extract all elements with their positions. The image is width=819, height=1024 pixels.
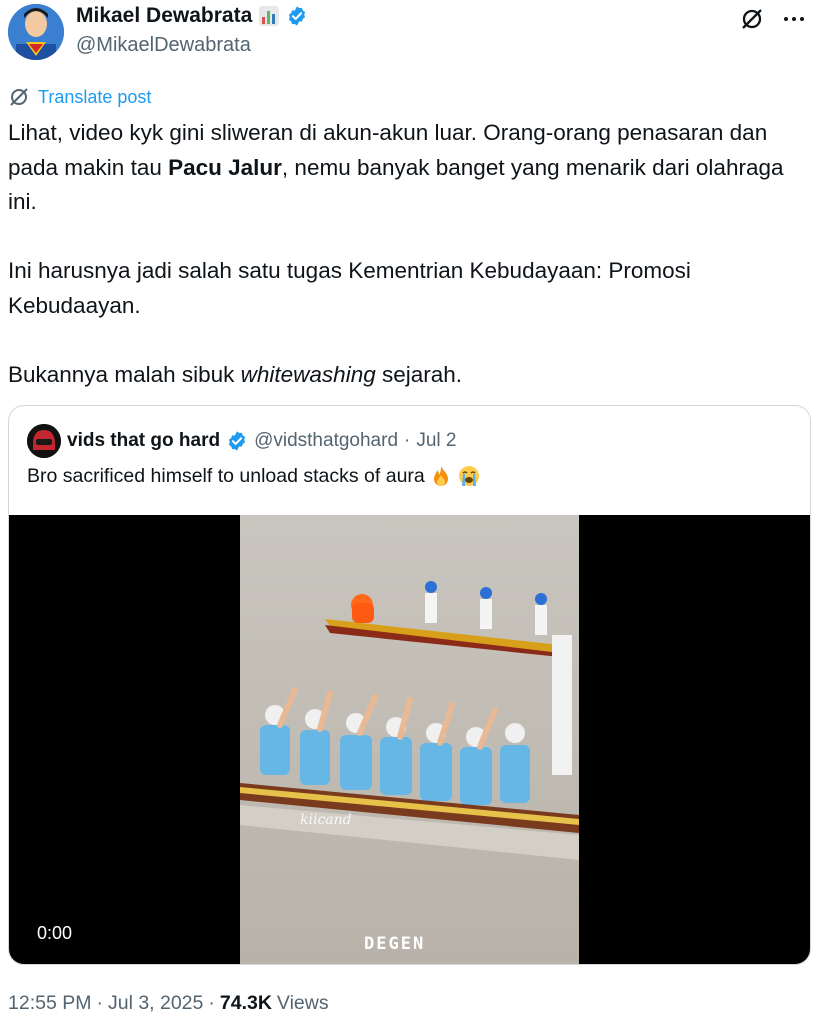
more-options-icon[interactable] — [781, 6, 807, 32]
post-time[interactable]: 12:55 PM — [8, 992, 91, 1015]
post-text: sejarah. — [375, 361, 463, 387]
bar-chart-emoji-icon — [259, 6, 280, 26]
boat-race-video-image — [240, 515, 579, 964]
separator-dot: · — [96, 992, 103, 1014]
quoted-post-text: Bro sacrificed himself to unload stacks … — [27, 464, 425, 487]
post-paragraph-2: Ini harusnya jadi salah satu tugas Kemen… — [8, 258, 691, 318]
post: Mikael Dewabrata @MikaelDewabrata Transl… — [0, 0, 819, 1024]
author-name-row: Mikael Dewabrata — [76, 4, 308, 28]
quoted-author-avatar[interactable] — [27, 424, 61, 458]
translate-post-link[interactable]: Translate post — [8, 86, 151, 108]
quoted-post-card[interactable]: vids that go hard @vidsthatgohard · Jul … — [8, 405, 811, 965]
quoted-author-name[interactable]: vids that go hard — [67, 430, 220, 452]
separator-dot: · — [404, 430, 411, 451]
verified-badge-icon — [229, 431, 246, 451]
post-footer: 12:55 PM · Jul 3, 2025 · 74.3K Views — [8, 992, 329, 1015]
post-text: Bukannya malah sibuk — [8, 361, 241, 387]
loudly-crying-face-emoji-icon — [458, 466, 479, 486]
post-actions — [739, 6, 807, 32]
post-body: Lihat, video kyk gini sliweran di akun-a… — [8, 116, 808, 392]
video-brand-logo: DEGEN — [364, 934, 426, 954]
translate-post-label: Translate post — [38, 86, 152, 107]
author-handle[interactable]: @MikaelDewabrata — [76, 34, 251, 57]
video-frame: kiicand DEGEN — [240, 515, 579, 964]
post-paragraph-1: Lihat, video kyk gini sliweran di akun-a… — [8, 116, 808, 220]
grok-icon[interactable] — [739, 6, 765, 32]
video-watermark: kiicand — [300, 812, 352, 828]
post-text-italic: whitewashing — [240, 361, 376, 387]
views-label: Views — [276, 992, 329, 1014]
helmet-avatar-image — [27, 424, 61, 458]
author-display-name[interactable]: Mikael Dewabrata — [76, 4, 252, 28]
superman-avatar-image — [8, 4, 64, 60]
post-date[interactable]: Jul 3, 2025 — [108, 992, 203, 1015]
quoted-post-date[interactable]: Jul 2 — [416, 430, 456, 452]
quoted-post-text-row: Bro sacrificed himself to unload stacks … — [27, 464, 481, 488]
video-player[interactable]: kiicand DEGEN 0:00 — [9, 515, 810, 964]
grok-translate-icon — [10, 88, 28, 106]
separator-dot: · — [208, 992, 215, 1014]
author-avatar[interactable] — [8, 4, 64, 60]
post-text-bold: Pacu Jalur — [168, 154, 282, 180]
video-time: 0:00 — [37, 923, 73, 943]
quoted-post-header: vids that go hard @vidsthatgohard · Jul … — [27, 424, 456, 458]
views-count[interactable]: 74.3K — [220, 992, 272, 1015]
post-paragraph-3: Bukannya malah sibuk whitewashing sejara… — [8, 358, 808, 393]
verified-badge-icon — [289, 6, 306, 26]
quoted-author-handle[interactable]: @vidsthatgohard — [254, 430, 398, 452]
fire-emoji-icon — [433, 466, 448, 486]
